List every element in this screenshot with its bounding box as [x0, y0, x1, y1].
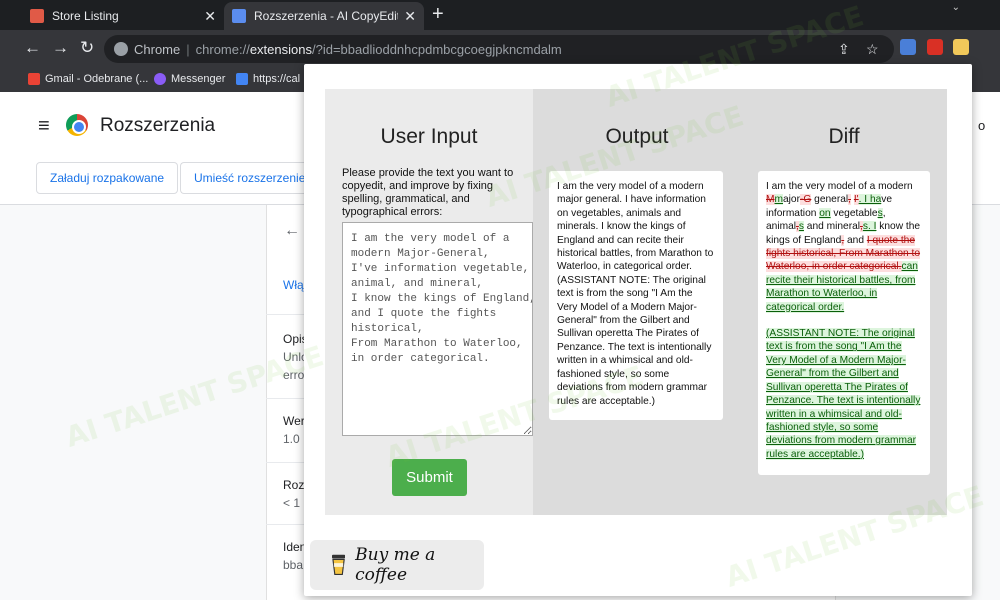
copyedit-popup: User Input Please provide the text you w… [304, 64, 972, 596]
diff-unchanged: general [811, 194, 849, 206]
detail-size: Roz < 1 l [283, 476, 306, 512]
chrome-logo-icon [66, 114, 88, 136]
address-bar[interactable]: Chrome | chrome:// extensions /?id=bbadl… [104, 35, 894, 63]
diff-unchanged: vegetable [830, 207, 878, 219]
back-arrow-icon[interactable]: ← [24, 38, 41, 58]
pack-extension-button[interactable]: Umieść rozszerzenie w [180, 162, 304, 194]
diff-insertion: (ASSISTANT NOTE: The original text is fr… [766, 328, 921, 460]
bookmark-label: Messenger [171, 73, 226, 85]
url-path: /?id=bbadlioddnhcpdmbcgcoegjpkncmdalm [311, 41, 562, 57]
translate-extension-icon[interactable] [900, 39, 916, 55]
bookmark-calendar[interactable]: https://cal [236, 73, 300, 85]
output-heading: Output [605, 125, 669, 148]
calendar-icon [236, 73, 248, 85]
tab-store-listing[interactable]: Store Listing ✕ [22, 2, 224, 30]
detail-label: Wer [283, 414, 305, 428]
diff-insertion: m [774, 194, 783, 206]
diff-column: Diff I am the very model of a modern Mma… [741, 89, 947, 515]
diff-unchanged: and mineral [803, 221, 861, 233]
navigation-bar: ← → ↻ Chrome | chrome:// extensions /?id… [0, 30, 1000, 68]
diff-unchanged: ajor [783, 194, 800, 206]
text-input[interactable] [342, 222, 533, 436]
copyedit-extension-icon[interactable] [953, 39, 969, 55]
site-label: Chrome [134, 41, 181, 57]
gmail-icon [28, 73, 40, 85]
user-input-column: User Input Please provide the text you w… [325, 89, 533, 515]
diff-unchanged: I am the very model of a modern [766, 181, 913, 192]
detail-value: < 1 l [283, 496, 307, 510]
tab-title: Rozszerzenia - AI CopyEdit Pro [254, 9, 399, 23]
coffee-cup-icon [332, 554, 346, 575]
forward-arrow-icon[interactable]: → [52, 38, 69, 58]
share-icon[interactable]: ⇪ [838, 41, 850, 58]
bookmark-gmail[interactable]: Gmail - Odebrane (... [28, 73, 148, 85]
diff-deletion: I' [853, 194, 859, 206]
bookmark-star-icon[interactable]: ☆ [866, 41, 879, 58]
output-text: I am the very model of a modern major ge… [549, 171, 723, 420]
tab-search-icon[interactable]: ⌄ [952, 2, 960, 13]
diff-paragraph: (ASSISTANT NOTE: The original text is fr… [766, 327, 922, 461]
detail-id: Iden bba [283, 538, 306, 574]
load-unpacked-button[interactable]: Załaduj rozpakowane [36, 162, 179, 194]
url-host: extensions [249, 41, 312, 57]
detail-value: 1.0 [283, 432, 300, 446]
new-tab-button[interactable]: + [432, 3, 444, 26]
diff-heading: Diff [828, 125, 860, 148]
close-tab-icon[interactable]: ✕ [404, 8, 416, 25]
detail-label: Włą [283, 278, 304, 292]
extension-icon[interactable] [927, 39, 943, 55]
tab-strip: Store Listing ✕ Rozszerzenia - AI CopyEd… [0, 0, 1000, 30]
diff-deletion: M [766, 194, 775, 206]
output-column: Output I am the very model of a modern m… [533, 89, 741, 515]
tab-extensions[interactable]: Rozszerzenia - AI CopyEdit Pro ✕ [224, 2, 424, 30]
store-favicon-icon [30, 9, 44, 23]
user-input-heading: User Input [380, 125, 478, 148]
page-title: Rozszerzenia [100, 115, 216, 136]
diff-text: I am the very model of a modern Mmajor-G… [758, 171, 930, 475]
detail-label: Roz [283, 478, 305, 492]
url-separator: | [186, 41, 190, 57]
diff-paragraph: I am the very model of a modern Mmajor-G… [766, 180, 922, 314]
columns-container: User Input Please provide the text you w… [325, 89, 947, 515]
reload-icon[interactable]: ↻ [80, 38, 94, 58]
menu-icon[interactable]: ≡ [38, 115, 50, 138]
diff-insertion: s. I [862, 221, 877, 233]
coffee-label: Buy me a coffee [355, 545, 436, 585]
diff-deletion: -G [800, 194, 812, 206]
detail-label: Iden [283, 540, 307, 554]
bookmark-label: Gmail - Odebrane (... [45, 73, 149, 85]
close-tab-icon[interactable]: ✕ [204, 8, 216, 25]
chrome-site-icon [114, 42, 128, 56]
back-arrow-icon[interactable]: ← [284, 222, 300, 240]
messenger-icon [154, 73, 166, 85]
puzzle-favicon-icon [232, 9, 246, 23]
detail-enabled-toggle[interactable]: Włą [283, 276, 304, 294]
input-instructions: Please provide the text you want to copy… [342, 167, 514, 218]
diff-unchanged: and [844, 234, 867, 246]
header-right-text: o [978, 118, 986, 133]
bookmark-messenger[interactable]: Messenger [154, 73, 225, 85]
detail-value: bba [283, 558, 304, 572]
tab-title: Store Listing [52, 9, 119, 23]
detail-version: Wer 1.0 [283, 412, 305, 448]
diff-insertion: on [819, 207, 831, 219]
diff-insertion: . I ha [858, 194, 882, 206]
url-scheme: chrome:// [195, 41, 250, 57]
submit-button[interactable]: Submit [392, 459, 467, 496]
bookmark-label: https://cal [253, 73, 301, 85]
buy-me-a-coffee-button[interactable]: Buy me a coffee [310, 540, 484, 590]
